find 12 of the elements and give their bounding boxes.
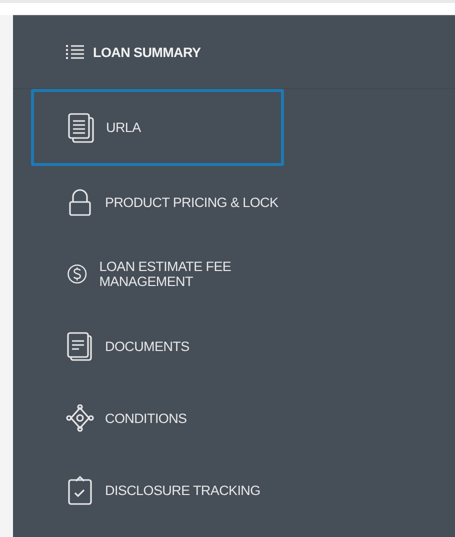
sidebar-item[interactable]: CONDITIONS — [31, 382, 284, 454]
sidebar-item[interactable]: URLA — [31, 89, 284, 166]
document-icon — [65, 330, 95, 362]
clipboard-check-icon — [65, 474, 95, 506]
sidebar-item[interactable]: DOCUMENTS — [31, 310, 284, 382]
section-title: LOAN SUMMARY — [93, 44, 201, 60]
network-icon — [65, 402, 95, 434]
list-icon — [65, 44, 85, 60]
sidebar-item[interactable]: LOAN ESTIMATE FEE MANAGEMENT — [31, 238, 284, 310]
sidebar-item[interactable]: DISCLOSURE TRACKING — [31, 454, 284, 526]
document-list-icon — [66, 112, 96, 144]
sidebar-item[interactable]: PRODUCT PRICING & LOCK — [31, 166, 284, 238]
